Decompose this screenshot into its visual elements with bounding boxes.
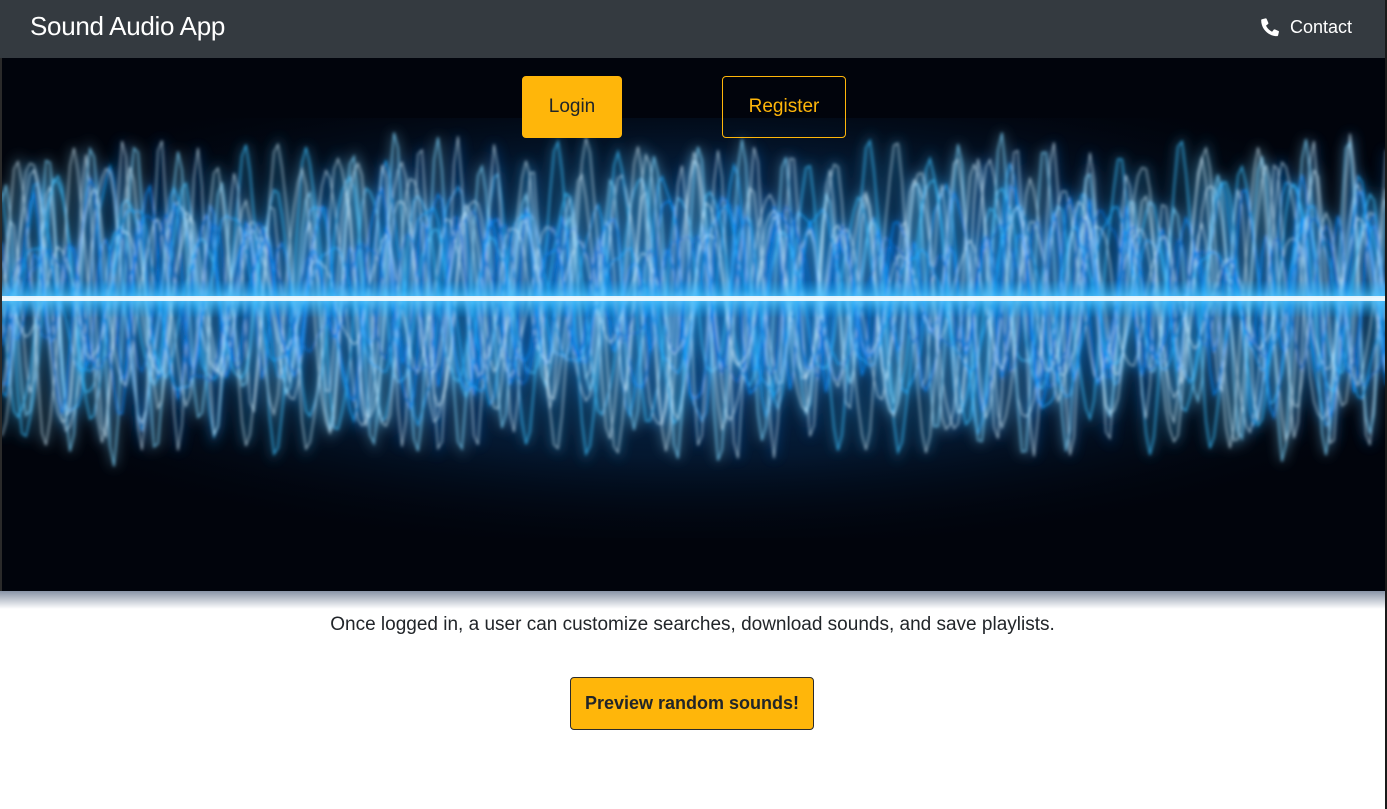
register-button[interactable]: Register [722,76,846,138]
login-button[interactable]: Login [522,76,622,138]
brand-title[interactable]: Sound Audio App [30,10,225,42]
tagline-text: Once logged in, a user can customize sea… [330,614,1055,635]
hero-banner: Login Register [0,58,1385,591]
hero-shadow [0,591,1385,609]
contact-label: Contact [1289,16,1352,37]
preview-sounds-button[interactable]: Preview random sounds! [570,677,814,730]
phone-icon [1260,17,1280,37]
contact-link[interactable]: Contact [1260,14,1352,40]
navbar: Sound Audio App Contact [0,0,1385,58]
sound-wave-image [2,58,1385,591]
